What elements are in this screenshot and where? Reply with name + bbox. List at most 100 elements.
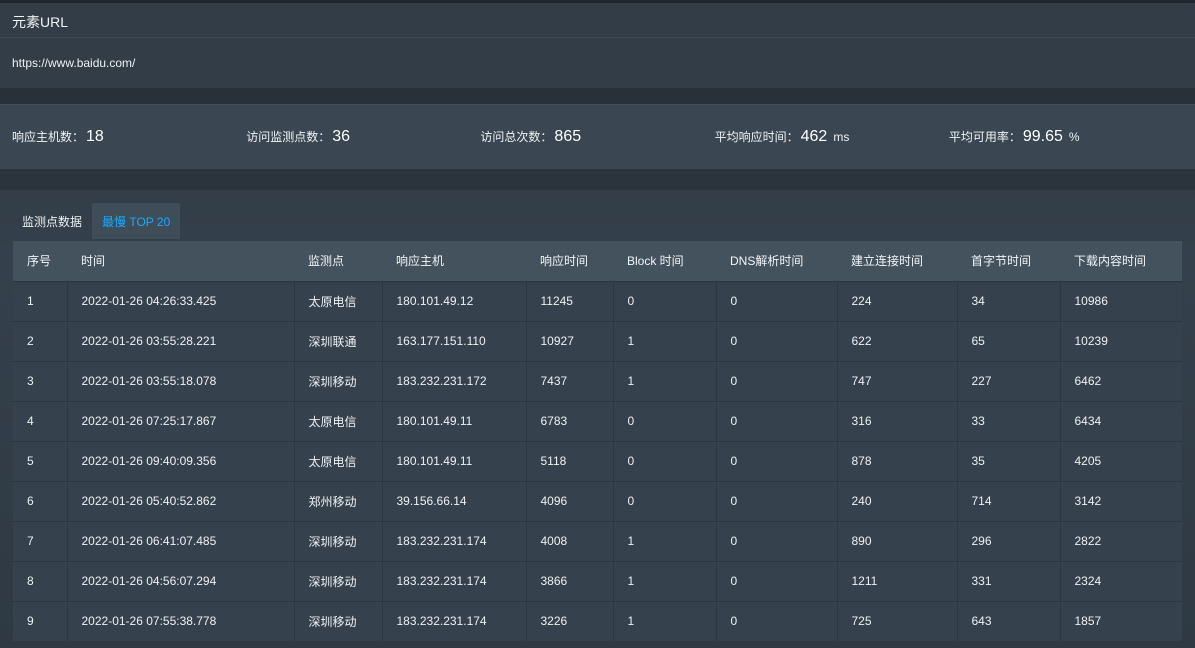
column-header[interactable]: DNS解析时间 xyxy=(716,241,837,281)
table-cell: 725 xyxy=(837,601,958,641)
column-header[interactable]: 响应时间 xyxy=(526,241,613,281)
stat-total-visits: 访问总次数： 865 xyxy=(480,128,714,146)
table-cell: 224 xyxy=(837,281,958,321)
table-cell: 深圳移动 xyxy=(294,601,383,641)
table-cell: 1 xyxy=(613,361,717,401)
column-header[interactable]: 下载内容时间 xyxy=(1060,241,1182,281)
table-cell: 65 xyxy=(957,321,1061,361)
page: 元素URL https://www.baidu.com/ 响应主机数： 18 访… xyxy=(0,0,1195,648)
table-cell: 2022-01-26 09:40:09.356 xyxy=(67,441,295,481)
table-cell: 0 xyxy=(716,561,838,601)
table-cell: 6 xyxy=(13,481,68,521)
table-cell: 316 xyxy=(837,401,958,441)
stat-label: 访问总次数： xyxy=(480,130,553,144)
table-cell: 2324 xyxy=(1074,574,1102,588)
tab-slowest-top20[interactable]: 最慢 TOP 20 xyxy=(92,203,181,239)
table-cell: 2022-01-26 04:26:33.425 xyxy=(67,281,295,321)
table-row[interactable]: 8 2022-01-26 04:56:07.294 深圳移动 183.232.231.… xyxy=(13,561,1182,601)
slowest-table: 序号 时间 监测点 响应主机 响应时间 Block 时间 DNS解析时间 建立连接时间 首字节时… xyxy=(13,241,1182,641)
table-cell: 0 xyxy=(716,321,838,361)
table-cell: 183.232.231.172 xyxy=(382,361,527,401)
table-cell: 1 xyxy=(613,601,717,641)
table-cell: 6462 xyxy=(1074,374,1102,388)
table-row[interactable]: 1 2022-01-26 04:26:33.425 太原电信 180.101.49.1… xyxy=(13,281,1182,321)
column-header[interactable]: Block 时间 xyxy=(613,241,716,281)
table-cell: 890 xyxy=(837,521,958,561)
table-row[interactable]: 6 2022-01-26 05:40:52.862 郑州移动 39.156.66.14… xyxy=(13,481,1182,521)
table-row[interactable]: 5 2022-01-26 09:40:09.356 太原电信 180.101.49.1… xyxy=(13,441,1182,481)
table-cell: 10239 xyxy=(1074,334,1108,348)
column-header[interactable]: 序号 xyxy=(13,241,67,281)
table-cell: 0 xyxy=(716,361,838,401)
column-header[interactable]: 建立连接时间 xyxy=(837,241,957,281)
column-header[interactable]: 首字节时间 xyxy=(957,241,1060,281)
stat-label: 响应主机数： xyxy=(12,130,85,144)
column-header[interactable]: 时间 xyxy=(67,241,294,281)
table-cell: 0 xyxy=(716,281,838,321)
table-cell: 1 xyxy=(613,561,717,601)
table-cell: 4205 xyxy=(1074,454,1102,468)
tab-monitor-data[interactable]: 监测点数据 xyxy=(12,203,92,239)
stat-value: 462 xyxy=(800,128,828,145)
table-cell: 2022-01-26 06:41:07.485 xyxy=(67,521,295,561)
table-cell: 3 xyxy=(13,361,68,401)
table-cell: 9 xyxy=(13,601,68,641)
table-row[interactable]: 3 2022-01-26 03:55:18.078 深圳移动 183.232.231.… xyxy=(13,361,1182,401)
table-cell: 643 xyxy=(957,601,1061,641)
table-row[interactable]: 4 2022-01-26 07:25:17.867 太原电信 180.101.49.1… xyxy=(13,401,1182,441)
table-cell: 747 xyxy=(837,361,958,401)
table-cell: 240 xyxy=(837,481,958,521)
table-cell: 4008 xyxy=(526,521,614,561)
stat-value: 18 xyxy=(86,128,104,145)
table-cell: 34 xyxy=(957,281,1061,321)
table-cell: 2022-01-26 05:40:52.862 xyxy=(67,481,295,521)
table-cell: 11245 xyxy=(526,281,614,321)
stat-label: 平均可用率： xyxy=(948,130,1021,144)
table-cell: 2822 xyxy=(1074,534,1102,548)
table-row[interactable]: 2 2022-01-26 03:55:28.221 深圳联通 163.177.151.… xyxy=(13,321,1182,361)
table-cell: 2022-01-26 03:55:18.078 xyxy=(67,361,295,401)
table-cell: 180.101.49.11 xyxy=(382,441,527,481)
table-cell: 2022-01-26 03:55:28.221 xyxy=(67,321,295,361)
table-row[interactable]: 9 2022-01-26 07:55:38.778 深圳移动 183.232.231.… xyxy=(13,601,1182,641)
table-cell: 714 xyxy=(957,481,1061,521)
stat-avg-response-time: 平均响应时间： 462 ms xyxy=(715,128,949,146)
table-cell: 3866 xyxy=(526,561,614,601)
table-cell: 2022-01-26 07:55:38.778 xyxy=(67,601,295,641)
table-cell: 1857 xyxy=(1074,614,1102,629)
table-row[interactable]: 7 2022-01-26 06:41:07.485 深圳移动 183.232.231.… xyxy=(13,521,1182,561)
table-cell: 0 xyxy=(613,281,717,321)
table-cell: 6783 xyxy=(526,401,614,441)
table-body: 1 2022-01-26 04:26:33.425 太原电信 180.101.49.1… xyxy=(13,281,1182,641)
table-cell: 0 xyxy=(716,441,838,481)
table-cell: 郑州移动 xyxy=(294,481,383,521)
stat-label: 平均响应时间： xyxy=(714,130,799,144)
tab-bar: 监测点数据 最慢 TOP 20 xyxy=(0,203,1195,239)
column-header[interactable]: 监测点 xyxy=(294,241,382,281)
table-cell: 0 xyxy=(613,441,717,481)
table-cell: 0 xyxy=(716,481,838,521)
table-cell: 3142 xyxy=(1074,494,1102,508)
table-cell: 深圳联通 xyxy=(294,321,383,361)
divider-band xyxy=(0,170,1195,190)
column-header[interactable]: 响应主机 xyxy=(382,241,526,281)
table-cell: 183.232.231.174 xyxy=(382,521,527,561)
table-cell: 7 xyxy=(13,521,68,561)
table-cell: 183.232.231.174 xyxy=(382,561,527,601)
table-cell: 180.101.49.12 xyxy=(382,281,527,321)
table-cell: 2022-01-26 04:56:07.294 xyxy=(67,561,295,601)
stat-unit: % xyxy=(1068,130,1080,144)
table-cell: 太原电信 xyxy=(294,281,383,321)
data-table-container: 序号 时间 监测点 响应主机 响应时间 Block 时间 DNS解析时间 建立连接时间 首字节时… xyxy=(13,241,1182,641)
table-cell: 太原电信 xyxy=(294,441,383,481)
table-cell: 183.232.231.174 xyxy=(382,601,527,641)
table-cell: 太原电信 xyxy=(294,401,383,441)
table-cell: 1 xyxy=(613,521,717,561)
table-cell: 10986 xyxy=(1074,294,1108,308)
stat-unit: ms xyxy=(833,130,850,144)
table-cell: 1 xyxy=(613,321,717,361)
stat-label: 访问监测点数： xyxy=(246,130,331,144)
table-cell: 622 xyxy=(837,321,958,361)
url-value: https://www.baidu.com/ xyxy=(0,38,1195,88)
table-cell: 180.101.49.11 xyxy=(382,401,527,441)
